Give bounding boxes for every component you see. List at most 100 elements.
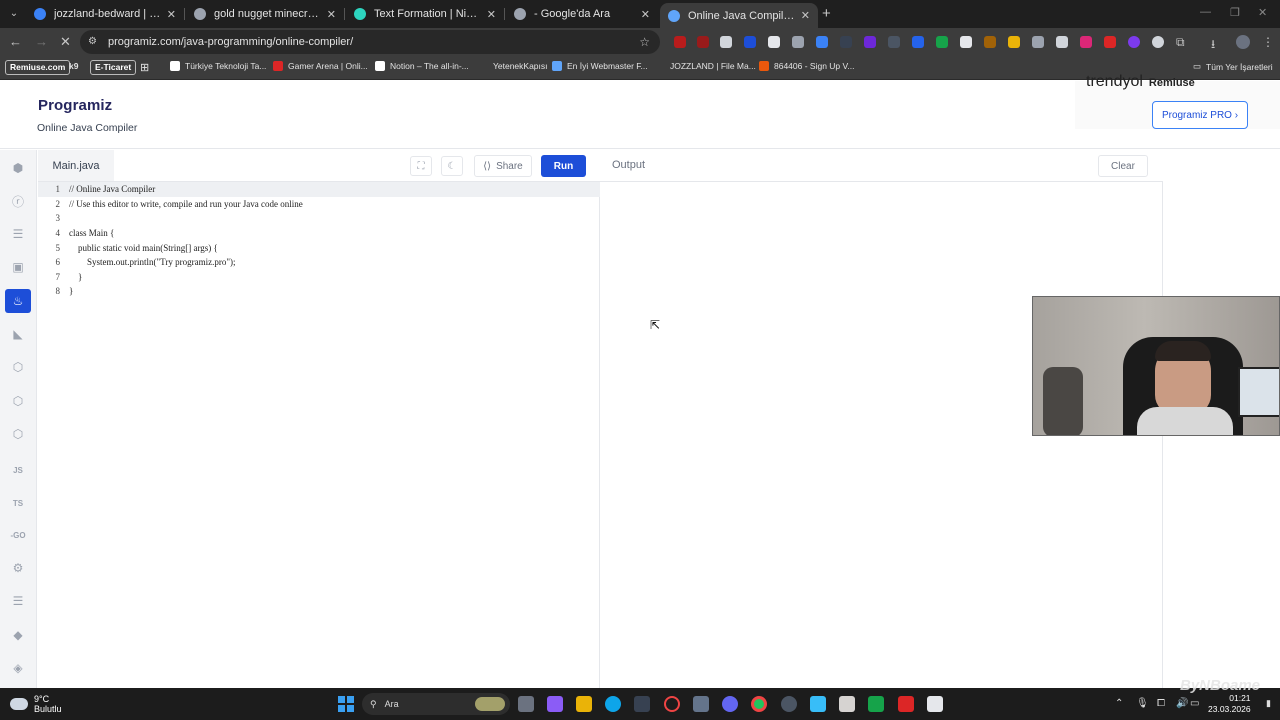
extensions-puzzle-icon[interactable]: ⧉ bbox=[1176, 35, 1185, 50]
python-icon[interactable]: ⬢ bbox=[5, 156, 31, 180]
extension-icon[interactable] bbox=[1152, 36, 1164, 48]
code-line[interactable]: 2 // Use this editor to write, compile an… bbox=[38, 197, 600, 212]
bookmark-item[interactable]: JOZZLAND | File Ma... bbox=[655, 61, 756, 71]
r-language-icon[interactable]: ⓡ bbox=[5, 189, 31, 213]
chrome-icon[interactable] bbox=[751, 696, 767, 712]
extension-icon[interactable] bbox=[697, 36, 709, 48]
browser-tab[interactable]: jozzland-bedward | File Manag ✕ bbox=[26, 0, 184, 28]
microphone-icon[interactable]: 🎙 bbox=[1136, 698, 1149, 709]
maximize-icon[interactable]: ❐ bbox=[1230, 6, 1240, 19]
photos-icon[interactable] bbox=[810, 696, 826, 712]
tab-close-icon[interactable]: ✕ bbox=[487, 8, 496, 21]
weather-widget[interactable]: 9°C Bulutlu bbox=[10, 694, 62, 714]
csharp-icon[interactable]: ⬡ bbox=[5, 422, 31, 446]
extension-icon[interactable] bbox=[888, 36, 900, 48]
bookmark-star-icon[interactable]: ☆ bbox=[639, 35, 650, 49]
code-line[interactable]: 5 public static void main(String[] args)… bbox=[38, 240, 600, 255]
pen-extension-icon[interactable] bbox=[768, 36, 780, 48]
ad-text[interactable]: trendyol Remiuse bbox=[1086, 73, 1195, 91]
extension-icon[interactable] bbox=[960, 36, 972, 48]
cpp-icon[interactable]: ⬡ bbox=[5, 389, 31, 413]
html-icon[interactable]: ▣ bbox=[5, 255, 31, 279]
windows-start-icon[interactable] bbox=[338, 696, 354, 712]
discord-icon[interactable] bbox=[722, 696, 738, 712]
extension-icon[interactable] bbox=[840, 36, 852, 48]
battery-icon[interactable]: ▭ bbox=[1190, 698, 1199, 709]
code-line[interactable]: 6 System.out.println("Try programiz.pro"… bbox=[38, 255, 600, 270]
app-icon[interactable] bbox=[693, 696, 709, 712]
all-bookmarks-folder[interactable]: ▭ Tüm Yer İşaretleri bbox=[1193, 61, 1273, 72]
bookmark-item[interactable]: Türkiye Teknoloji Ta... bbox=[170, 61, 266, 71]
ruby-icon[interactable]: ◈ bbox=[5, 656, 31, 680]
new-tab-icon[interactable]: + bbox=[822, 5, 831, 22]
tab-close-icon[interactable]: ✕ bbox=[327, 8, 336, 21]
dark-mode-icon[interactable]: ☾ bbox=[441, 156, 463, 176]
edge-icon[interactable] bbox=[605, 696, 621, 712]
taskbar-clock[interactable]: 01:21 23.03.2026 bbox=[1208, 693, 1251, 715]
minecraft-icon[interactable] bbox=[868, 696, 884, 712]
copilot-icon[interactable] bbox=[547, 696, 563, 712]
tab-search-icon[interactable]: ⌄ bbox=[6, 6, 22, 22]
download-icon[interactable]: ⭳ bbox=[1211, 35, 1215, 56]
code-line[interactable]: 7 } bbox=[38, 270, 600, 285]
volume-icon[interactable]: 🔊 bbox=[1176, 698, 1188, 709]
bookmark-item[interactable]: Notion – The all-in-... bbox=[375, 61, 469, 71]
code-line[interactable]: 4 class Main { bbox=[38, 226, 600, 241]
share-button[interactable]: ⟨⟩ Share bbox=[474, 155, 532, 177]
browser-tab[interactable]: Text Formation | NightCore Do ✕ bbox=[346, 0, 504, 28]
minimize-icon[interactable]: — bbox=[1200, 6, 1211, 18]
bookmark-item[interactable]: k9 bbox=[69, 61, 78, 71]
extension-icon[interactable] bbox=[984, 36, 996, 48]
bookmark-item[interactable]: YetenekKapısı bbox=[478, 61, 548, 71]
tab-close-icon[interactable]: ✕ bbox=[801, 9, 810, 22]
javascript-icon[interactable]: JS bbox=[5, 458, 31, 482]
extension-icon[interactable] bbox=[1104, 36, 1116, 48]
kotlin-icon[interactable]: ◣ bbox=[5, 322, 31, 346]
programiz-logo[interactable]: Programiz bbox=[38, 97, 112, 114]
stop-loading-icon[interactable]: ✕ bbox=[60, 34, 71, 50]
typescript-icon[interactable]: TS bbox=[5, 491, 31, 515]
back-icon[interactable]: ← bbox=[9, 34, 22, 49]
extension-icon[interactable] bbox=[792, 36, 804, 48]
filezilla-icon[interactable] bbox=[898, 696, 914, 712]
sql-icon[interactable]: ☰ bbox=[5, 222, 31, 246]
search-highlight-icon[interactable] bbox=[475, 697, 505, 711]
app-icon[interactable] bbox=[927, 696, 943, 712]
opera-icon[interactable] bbox=[664, 696, 680, 712]
php-icon[interactable]: ☰ bbox=[5, 589, 31, 613]
extension-icon[interactable] bbox=[1008, 36, 1020, 48]
bookmark-item[interactable]: E-Ticaret bbox=[90, 60, 137, 75]
extension-icon[interactable] bbox=[912, 36, 924, 48]
browser-menu-icon[interactable]: ⋮ bbox=[1262, 35, 1274, 49]
app-icon[interactable] bbox=[781, 696, 797, 712]
camera-extension-icon[interactable] bbox=[720, 36, 732, 48]
address-bar[interactable]: ⚙ programiz.com/java-programming/online-… bbox=[80, 30, 660, 54]
extension-icon[interactable] bbox=[674, 36, 686, 48]
tab-close-icon[interactable]: ✕ bbox=[641, 8, 650, 21]
profile-avatar-icon[interactable] bbox=[1236, 35, 1250, 49]
extension-icon[interactable] bbox=[1032, 36, 1044, 48]
network-icon[interactable]: ⧠ bbox=[1157, 698, 1165, 709]
window-close-icon[interactable]: ✕ bbox=[1258, 6, 1267, 19]
extension-icon[interactable] bbox=[1056, 36, 1068, 48]
file-tab-main-java[interactable]: Main.java bbox=[38, 150, 114, 181]
c-icon[interactable]: ⬡ bbox=[5, 355, 31, 379]
browser-tab[interactable]: - Google'da Ara ✕ bbox=[506, 0, 658, 28]
rust-icon[interactable]: ⚙ bbox=[5, 556, 31, 580]
tab-close-icon[interactable]: ✕ bbox=[167, 8, 176, 21]
programiz-pro-button[interactable]: Programiz PRO › bbox=[1152, 101, 1248, 129]
java-icon[interactable]: ♨ bbox=[5, 289, 31, 313]
swift-icon[interactable]: ◆ bbox=[5, 623, 31, 647]
run-button[interactable]: Run bbox=[541, 155, 586, 177]
task-view-icon[interactable] bbox=[518, 696, 534, 712]
clear-button[interactable]: Clear bbox=[1098, 155, 1148, 177]
store-icon[interactable] bbox=[634, 696, 650, 712]
apps-grid-icon[interactable]: ⊞ bbox=[140, 61, 149, 74]
bookmark-item[interactable]: Gamer Arena | Onli... bbox=[273, 61, 368, 71]
code-line[interactable]: 3 bbox=[38, 211, 600, 226]
extension-icon[interactable] bbox=[936, 36, 948, 48]
tray-overflow-icon[interactable]: ⌃ bbox=[1115, 698, 1123, 709]
browser-tab-active[interactable]: Online Java Compiler - Progra ✕ bbox=[660, 3, 818, 28]
go-icon[interactable]: -GO bbox=[5, 523, 31, 547]
translate-extension-icon[interactable] bbox=[816, 36, 828, 48]
